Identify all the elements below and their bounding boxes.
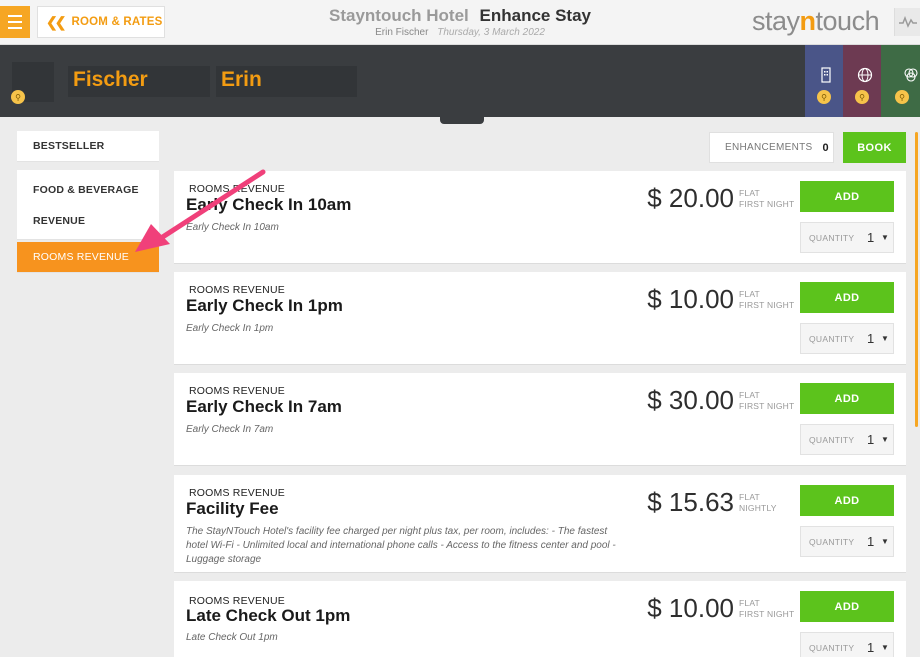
page-title-block: Stayntouch Hotel Enhance Stay Erin Fisch… (300, 6, 620, 38)
quantity-select[interactable]: QUANTITY 1 ▼ (800, 222, 894, 253)
enhancements-counter: ENHANCEMENTS 0 (709, 132, 834, 163)
list-item: ROOMS REVENUE Early Check In 10am Early … (174, 171, 906, 264)
quantity-value: 1 (867, 640, 875, 655)
item-description: Early Check In 7am (186, 424, 274, 435)
quantity-select[interactable]: QUANTITY 1 ▼ (800, 424, 894, 455)
quantity-value: 1 (867, 432, 875, 447)
add-button[interactable]: ADD (800, 282, 894, 313)
search-icon[interactable]: ⚲ (11, 90, 25, 104)
item-description: Late Check Out 1pm (186, 632, 278, 643)
item-price: $ 20.00 (647, 183, 734, 213)
item-price-type: FLAT FIRST NIGHT (739, 598, 795, 619)
back-to-room-rates-button[interactable]: ❮❮ ROOM & RATES (37, 6, 165, 38)
book-button[interactable]: BOOK (843, 132, 906, 163)
stayntouch-logo: stayntouch (752, 6, 880, 36)
quantity-label: QUANTITY (809, 642, 855, 653)
building-icon (821, 67, 831, 83)
list-item: ROOMS REVENUE Early Check In 7am Early C… (174, 373, 906, 466)
quantity-value: 1 (867, 331, 875, 346)
guest-header: ⚲ Fischer Erin ⚲ ⚲ ⚲ (0, 45, 920, 117)
item-description: Early Check In 10am (186, 222, 279, 233)
sidebar-item-bestseller[interactable]: BESTSELLER (17, 131, 159, 162)
quantity-select[interactable]: QUANTITY 1 ▼ (800, 632, 894, 657)
quantity-label: QUANTITY (809, 536, 855, 547)
enhancements-label: ENHANCEMENTS (725, 142, 813, 153)
item-price-type: FLAT FIRST NIGHT (739, 390, 795, 411)
item-description: Early Check In 1pm (186, 323, 274, 334)
quantity-value: 1 (867, 534, 875, 549)
activity-button[interactable] (894, 8, 920, 36)
quantity-select[interactable]: QUANTITY 1 ▼ (800, 526, 894, 557)
item-price: $ 15.63 (647, 487, 734, 517)
add-button[interactable]: ADD (800, 591, 894, 622)
back-button-label: ROOM & RATES (71, 16, 163, 28)
item-name: Facility Fee (186, 499, 279, 518)
item-price: $ 10.00 (647, 284, 734, 314)
category-sidebar: BESTSELLER FOOD & BEVERAGE REVENUE ROOMS… (17, 131, 159, 273)
item-name: Early Check In 10am (186, 195, 352, 214)
search-icon[interactable]: ⚲ (855, 90, 869, 104)
tile-groups[interactable]: ⚲ (881, 45, 920, 117)
sidebar-item-label: FOOD & BEVERAGE (33, 184, 139, 196)
pulse-icon (898, 16, 917, 28)
sidebar-item-rooms-revenue[interactable]: ROOMS REVENUE (17, 242, 159, 273)
chevron-down-icon: ▼ (881, 537, 889, 546)
quantity-select[interactable]: QUANTITY 1 ▼ (800, 323, 894, 354)
item-category: ROOMS REVENUE (189, 284, 285, 296)
guest-last-name: Fischer (68, 66, 210, 97)
search-icon[interactable]: ⚲ (817, 90, 831, 104)
add-button[interactable]: ADD (800, 181, 894, 212)
item-name: Early Check In 1pm (186, 296, 343, 315)
item-category: ROOMS REVENUE (189, 487, 285, 499)
enhancements-count: 0 (822, 141, 829, 154)
guest-name-subtitle: Erin Fischer (375, 27, 429, 38)
top-bar: ❮❮ ROOM & RATES Stayntouch Hotel Enhance… (0, 0, 920, 45)
item-description: The StayNTouch Hotel's facility fee char… (186, 526, 616, 565)
item-category: ROOMS REVENUE (189, 183, 285, 195)
drawer-toggle[interactable] (440, 114, 484, 124)
hamburger-icon (8, 15, 22, 17)
quantity-label: QUANTITY (809, 434, 855, 445)
item-price: $ 30.00 (647, 385, 734, 415)
list-item: ROOMS REVENUE Late Check Out 1pm Late Ch… (174, 581, 906, 657)
quantity-label: QUANTITY (809, 333, 855, 344)
item-price-type: FLAT FIRST NIGHT (739, 188, 795, 209)
business-date: Thursday, 3 March 2022 (437, 27, 545, 38)
chevron-down-icon: ▼ (881, 334, 889, 343)
list-item: ROOMS REVENUE Early Check In 1pm Early C… (174, 272, 906, 365)
double-chevron-left-icon: ❮❮ (46, 13, 67, 30)
quantity-label: QUANTITY (809, 232, 855, 243)
circles-icon (904, 68, 918, 82)
page-title: Enhance Stay (479, 6, 592, 25)
tile-web[interactable]: ⚲ (843, 45, 881, 117)
list-item: ROOMS REVENUE Facility Fee The StayNTouc… (174, 475, 906, 573)
item-price: $ 10.00 (647, 593, 734, 623)
menu-button[interactable] (0, 6, 30, 38)
quantity-value: 1 (867, 230, 875, 245)
chevron-down-icon: ▼ (881, 435, 889, 444)
guest-first-name: Erin (216, 66, 357, 97)
sidebar-item-label: REVENUE (33, 215, 86, 227)
item-name: Late Check Out 1pm (186, 606, 351, 625)
search-icon[interactable]: ⚲ (895, 90, 909, 104)
chevron-down-icon: ▼ (881, 643, 889, 652)
globe-icon (857, 67, 873, 83)
scrollbar[interactable] (915, 132, 918, 427)
tile-room[interactable]: ⚲ (805, 45, 843, 117)
sidebar-item-food-beverage[interactable]: FOOD & BEVERAGE REVENUE (17, 170, 159, 240)
item-price-type: FLAT FIRST NIGHT (739, 289, 795, 310)
hotel-name: Stayntouch Hotel (328, 6, 469, 25)
add-button[interactable]: ADD (800, 383, 894, 414)
chevron-down-icon: ▼ (881, 233, 889, 242)
item-name: Early Check In 7am (186, 397, 342, 416)
add-button[interactable]: ADD (800, 485, 894, 516)
item-price-type: FLAT NIGHTLY (739, 492, 777, 513)
item-category: ROOMS REVENUE (189, 385, 285, 397)
